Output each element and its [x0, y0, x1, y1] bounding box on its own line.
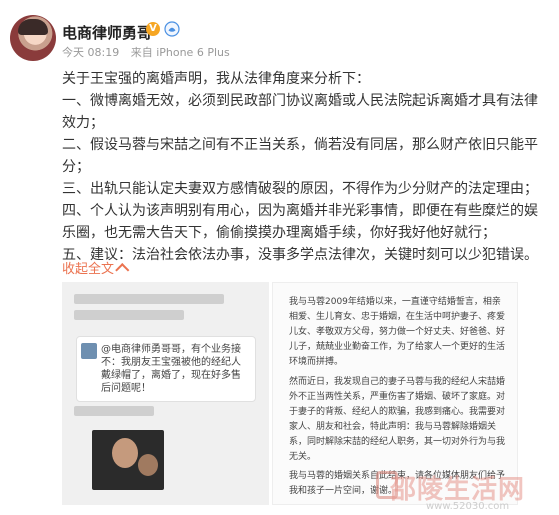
- collapse-label: 收起全文: [62, 262, 115, 277]
- post-line: 二、假设马蓉与宋喆之间有不正当关系，倘若没有同居，那么财产依旧只能平分；: [62, 137, 538, 175]
- post-line: 五、建议：法治社会依法办事，没事多学点法律次，关键时刻可以少犯错误。: [62, 247, 538, 263]
- post-source: 来自 iPhone 6 Plus: [130, 46, 230, 59]
- photo-face: [112, 438, 138, 468]
- post-line: 四、个人认为该声明别有用心，因为离婚并非光彩事情，即便在有些糜烂的娱乐圈，也无需…: [62, 203, 538, 241]
- post-image-chat-screenshot[interactable]: @电商律师勇哥哥，有个业务接不：我朋友王宝强被他的经纪人戴绿帽了，离婚了，现在好…: [62, 282, 269, 505]
- statement-paragraph: 然而近日，我发现自己的妻子马蓉与我的经纪人宋喆婚外不正当两性关系，严重伤害了婚姻…: [289, 377, 506, 462]
- collapse-text-link[interactable]: 收起全文: [62, 258, 130, 278]
- watermark-url: www.52030.com: [426, 501, 510, 512]
- statement-paragraph: 我与马蓉2009年结婚以来，一直谨守结婚誓言，相亲相爱、生儿育女、忠于婚姻，在生…: [289, 297, 506, 367]
- post-meta: 今天 08:19 来自 iPhone 6 Plus: [62, 44, 238, 60]
- post-line: 三、出轨只能认定夫妻双方感情破裂的原因，不得作为少分财产的法定理由；: [62, 181, 538, 197]
- verified-badge-icon: V: [146, 22, 160, 36]
- avatar[interactable]: [10, 15, 56, 61]
- chat-photo: [92, 430, 164, 490]
- chevron-up-icon: [115, 263, 130, 278]
- post-line: 一、微博离婚无效，必须到民政部门协议离婚或人民法院起诉离婚才具有法律效力；: [62, 93, 538, 131]
- fan-badge-icon: [164, 21, 180, 37]
- photo-face: [138, 454, 158, 476]
- post-header: 电商律师勇哥 V 今天 08:19 来自 iPhone 6 Plus: [0, 0, 559, 70]
- blurred-text: [74, 310, 184, 320]
- post-body: 关于王宝强的离婚声明，我从法律角度来分析下： 一、微博离婚无效，必须到民政部门协…: [62, 68, 542, 266]
- post-line: 关于王宝强的离婚声明，我从法律角度来分析下：: [62, 71, 370, 87]
- post-timestamp[interactable]: 今天 08:19: [62, 46, 119, 59]
- watermark: 邵陵生活网 www.52030.com: [376, 465, 558, 515]
- chat-avatar: [81, 343, 97, 359]
- user-name[interactable]: 电商律师勇哥: [62, 22, 152, 43]
- blurred-text: [74, 294, 224, 304]
- blurred-text: [74, 406, 154, 416]
- chat-bubble: @电商律师勇哥哥，有个业务接不：我朋友王宝强被他的经纪人戴绿帽了，离婚了，现在好…: [76, 336, 256, 402]
- chat-bubble-text: @电商律师勇哥哥，有个业务接不：我朋友王宝强被他的经纪人戴绿帽了，离婚了，现在好…: [101, 344, 241, 394]
